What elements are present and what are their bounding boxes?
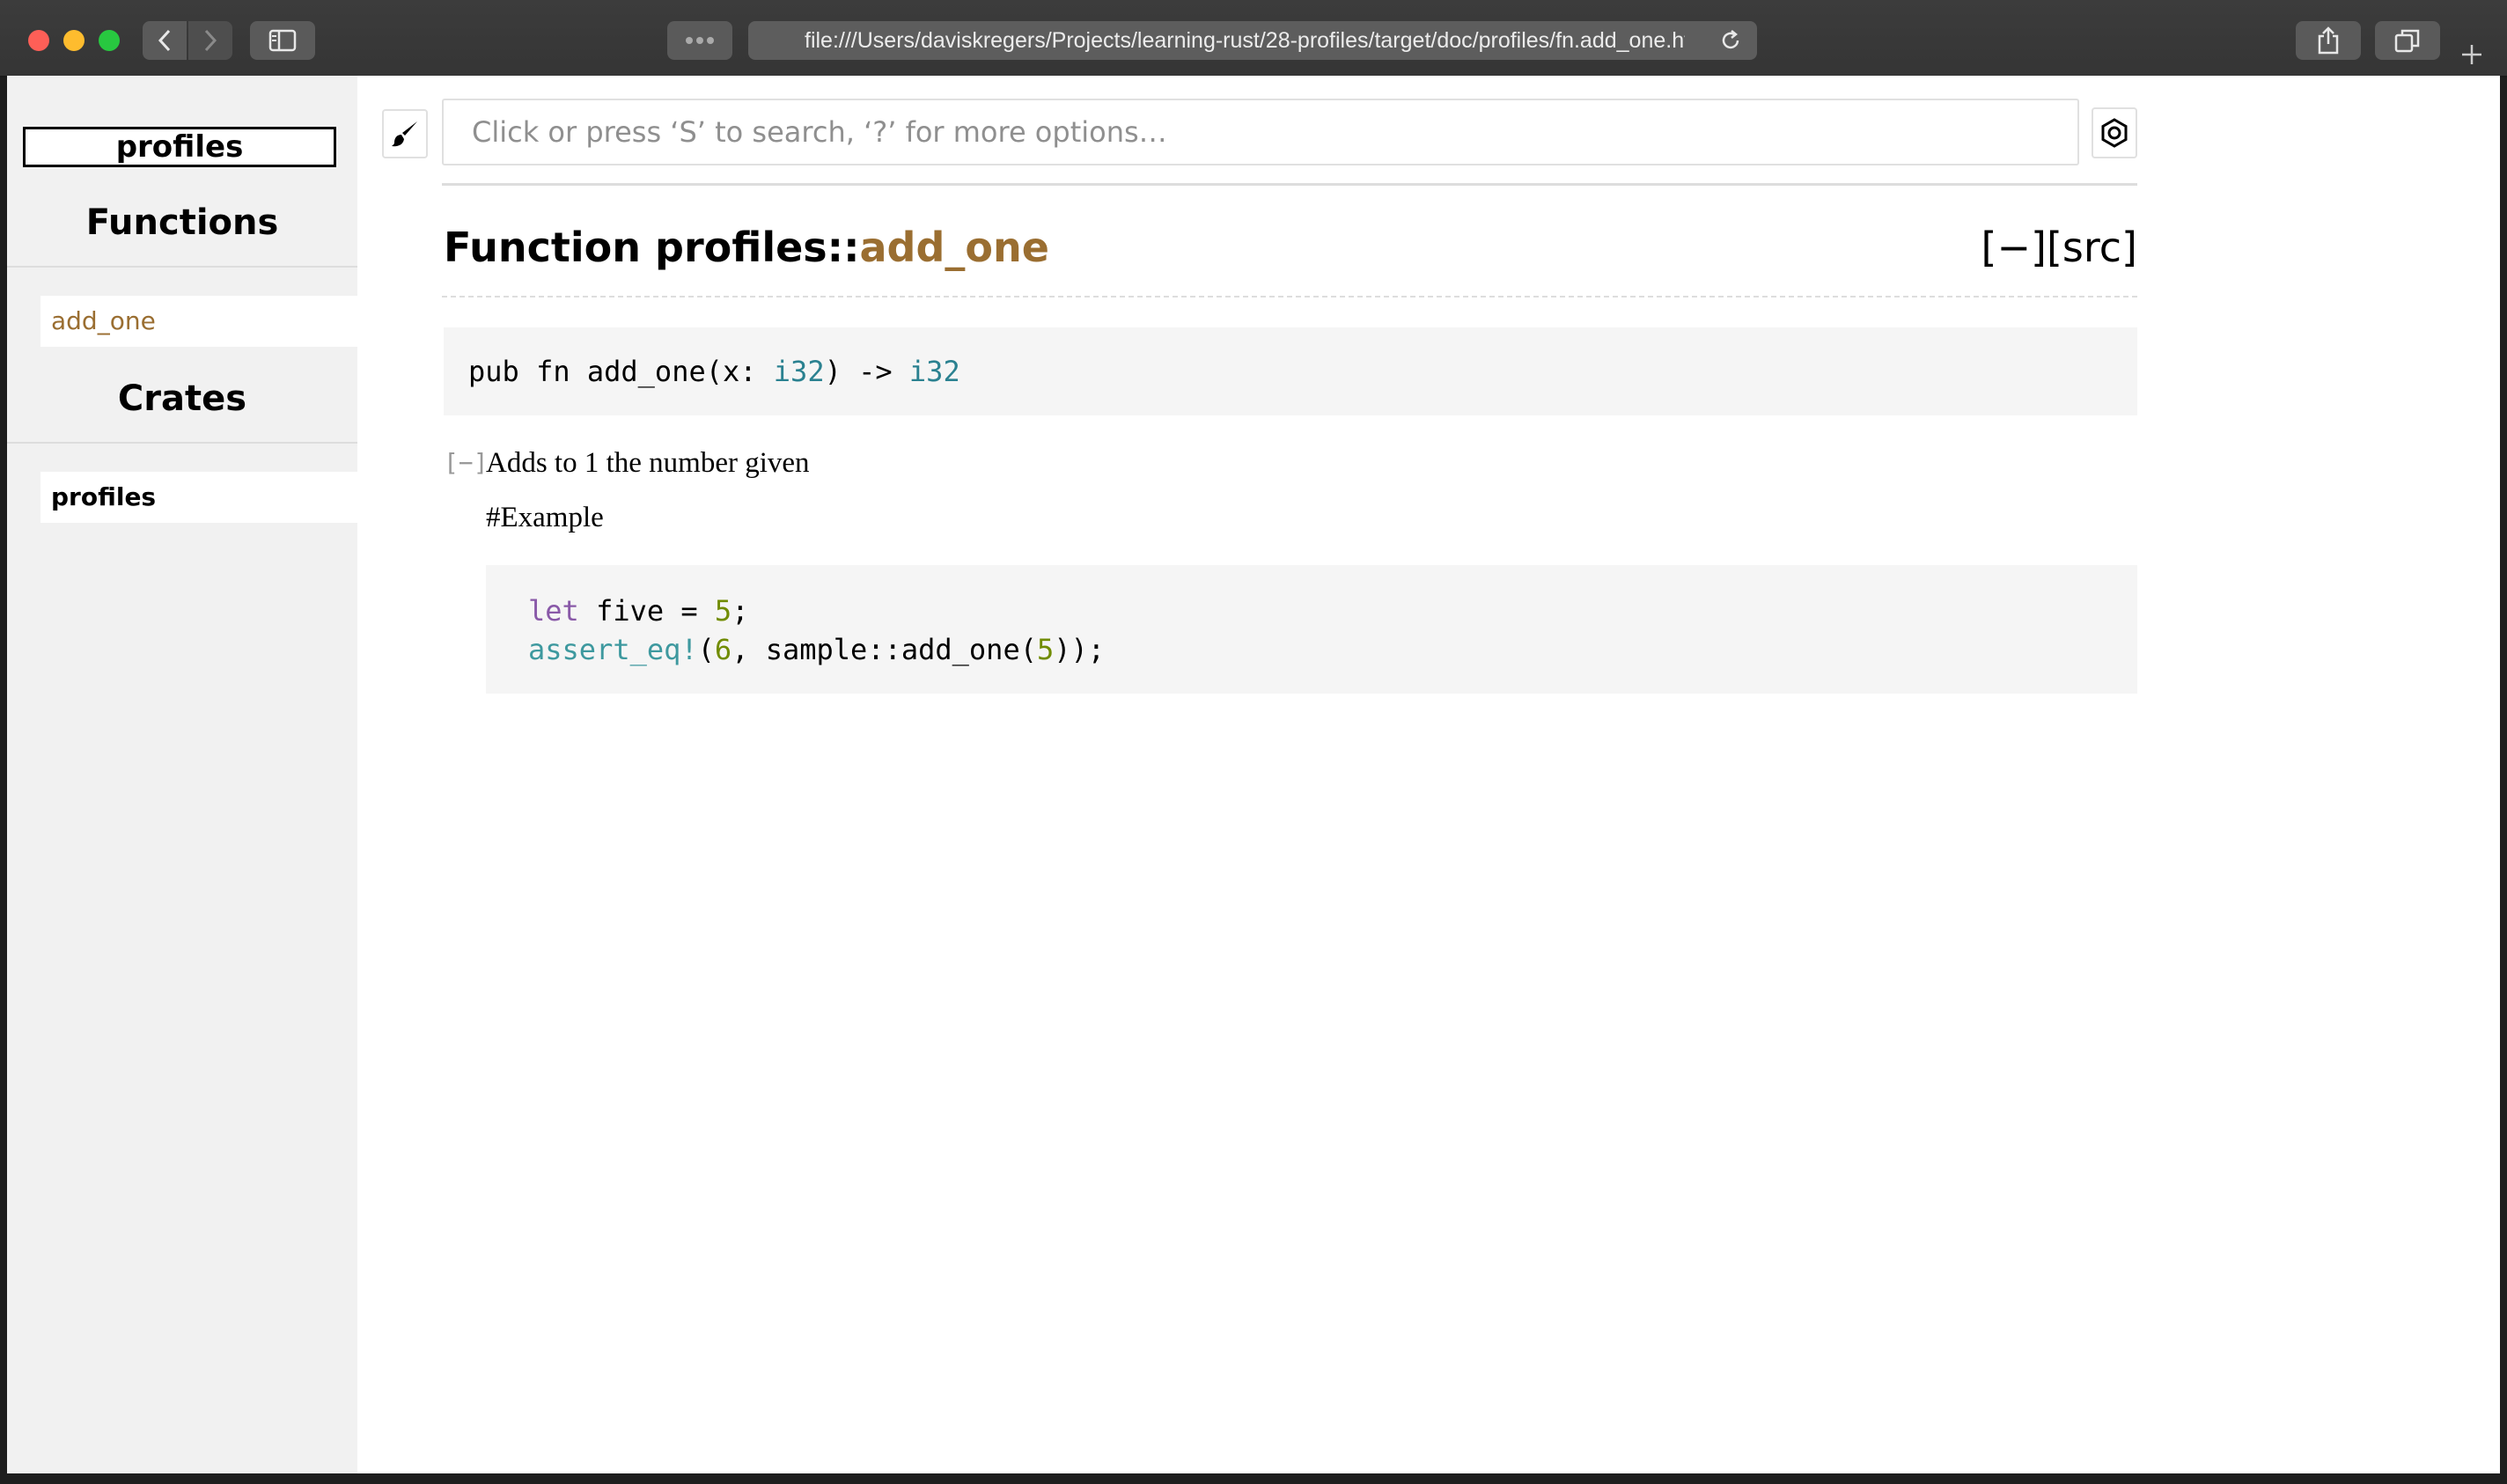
example-heading: #Example [486, 502, 604, 533]
title-divider [442, 296, 2137, 298]
function-signature: pub fn add_one(x: i32) -> i32 [444, 327, 2137, 415]
new-tab-button[interactable] [2451, 35, 2493, 74]
code-number: 5 [1036, 633, 1055, 666]
code-macro: assert_eq! [528, 633, 698, 666]
title-links: [−][src] [1981, 224, 2138, 271]
show-sidebar-button[interactable] [250, 21, 315, 60]
collapse-all-link[interactable]: [−] [1981, 224, 2047, 271]
search-input[interactable] [442, 99, 2079, 165]
arg-type-link[interactable]: i32 [774, 355, 825, 388]
plus-icon [2462, 45, 2481, 64]
sidebar-divider [7, 266, 357, 268]
page-content: profiles Functions add_one Crates profil… [7, 76, 2500, 1473]
search-divider [442, 183, 2137, 186]
sidebar-divider [7, 442, 357, 444]
doc-toggle-button[interactable]: [−] [444, 445, 489, 481]
brush-icon [392, 121, 417, 147]
code-text: ; [732, 594, 749, 628]
sidebar-item-profiles[interactable]: profiles [40, 472, 357, 523]
return-type-link[interactable]: i32 [909, 355, 960, 388]
code-number: 6 [714, 633, 732, 666]
settings-button[interactable] [2092, 107, 2137, 158]
tabs-icon [2394, 29, 2420, 53]
crates-heading[interactable]: Crates [7, 378, 357, 419]
signature-arrow: ) -> [824, 355, 909, 388]
functions-heading[interactable]: Functions [7, 202, 357, 243]
address-bar[interactable]: file:///Users/daviskregers/Projects/lear… [748, 21, 1757, 60]
show-tabs-button[interactable] [2375, 21, 2440, 60]
forward-icon [204, 29, 217, 52]
reader-icon [686, 37, 714, 44]
share-icon [2318, 26, 2339, 55]
code-number: 5 [714, 594, 732, 628]
minimize-window-button[interactable] [63, 30, 85, 51]
doc-summary: Adds to 1 the number given [486, 447, 810, 479]
back-button[interactable] [143, 21, 187, 60]
example-code-block: let five = 5; assert_eq!(6, sample::add_… [486, 565, 2137, 694]
crate-name[interactable]: profiles [23, 127, 336, 167]
code-text: five = [578, 594, 715, 628]
src-link[interactable]: [src] [2047, 224, 2137, 271]
forward-button[interactable] [188, 21, 232, 60]
url-text: file:///Users/daviskregers/Projects/lear… [805, 27, 1685, 53]
browser-titlebar: file:///Users/daviskregers/Projects/lear… [0, 0, 2507, 77]
code-keyword: let [528, 594, 579, 628]
close-window-button[interactable] [28, 30, 49, 51]
signature-prefix: pub fn add_one(x: [468, 355, 774, 388]
back-icon [158, 29, 171, 52]
doc-sidebar: profiles Functions add_one Crates profil… [7, 76, 357, 1473]
doc-main: Function profiles::add_one [−][src] pub … [382, 76, 2138, 1473]
gear-icon [2101, 118, 2128, 148]
code-text: )); [1054, 633, 1106, 666]
title-prefix: Function profiles:: [444, 224, 860, 271]
code-text: ( [697, 633, 715, 666]
page-title: Function profiles::add_one [444, 224, 1049, 271]
code-text: , sample::add_one( [732, 633, 1037, 666]
theme-picker-button[interactable] [382, 109, 428, 158]
share-button[interactable] [2296, 21, 2361, 60]
reload-icon[interactable] [1718, 28, 1743, 53]
maximize-window-button[interactable] [99, 30, 120, 51]
reader-button[interactable] [667, 21, 732, 60]
sidebar-item-add-one[interactable]: add_one [40, 296, 357, 347]
function-name[interactable]: add_one [859, 224, 1048, 271]
sidebar-icon [268, 29, 297, 52]
